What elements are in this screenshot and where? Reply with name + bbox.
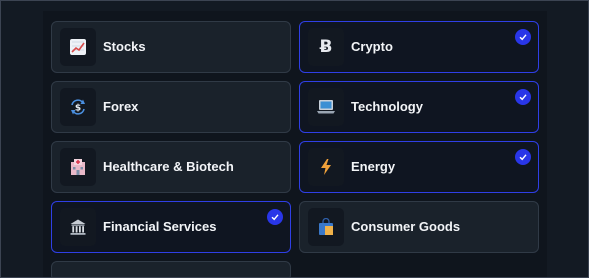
check-icon [515,149,531,165]
check-icon [515,29,531,45]
shopping-bag-icon [308,208,344,246]
category-label: Crypto [351,39,393,54]
category-card-healthcare-biotech[interactable]: Healthcare & Biotech [51,141,291,193]
category-panel: Stocks Ƀ Crypto $ Forex Technology Healt… [43,11,547,277]
currency-exchange-icon: $ [60,88,96,126]
app-frame: Stocks Ƀ Crypto $ Forex Technology Healt… [0,0,589,278]
category-label: Technology [351,99,423,114]
category-card-consumer-goods[interactable]: Consumer Goods [299,201,539,253]
chart-increasing-icon [60,28,96,66]
category-card-energy[interactable]: Energy [299,141,539,193]
bank-icon [60,208,96,246]
laptop-icon [308,88,344,126]
category-label: Stocks [103,39,146,54]
category-card-stocks[interactable]: Stocks [51,21,291,73]
category-card-crypto[interactable]: Ƀ Crypto [299,21,539,73]
lightning-icon [308,148,344,186]
bitcoin-icon: Ƀ [308,28,344,66]
category-card-financial-services[interactable]: Financial Services [51,201,291,253]
category-card-forex[interactable]: $ Forex [51,81,291,133]
check-icon [267,209,283,225]
check-icon [515,89,531,105]
category-label: Financial Services [103,219,217,234]
category-label: Energy [351,159,396,174]
category-label: Consumer Goods [351,219,461,234]
hospital-icon [60,148,96,186]
category-card-technology[interactable]: Technology [299,81,539,133]
category-label: Healthcare & Biotech [103,159,234,174]
category-label: Forex [103,99,139,114]
category-card-partial[interactable] [51,261,291,277]
svg-text:$: $ [75,104,81,114]
